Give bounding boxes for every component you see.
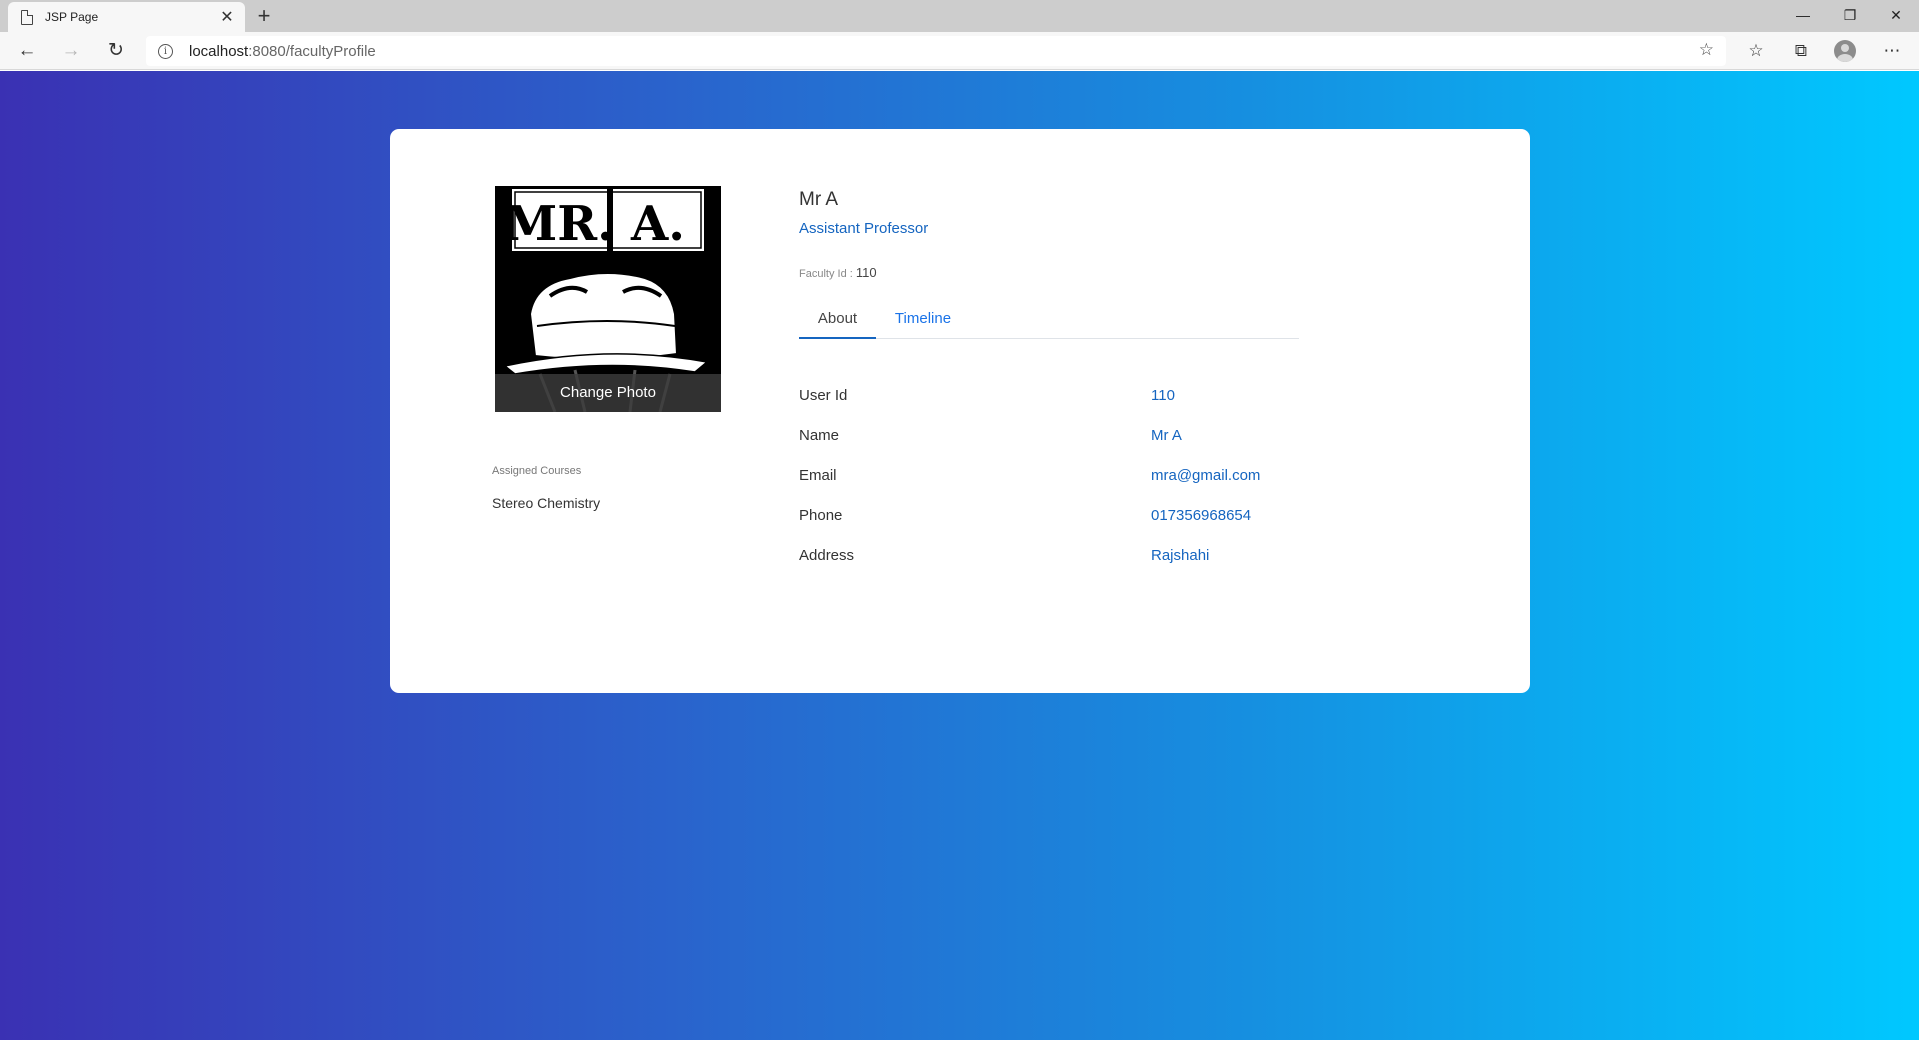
about-row-name: Name Mr A [799,427,1399,447]
page-background: MR. A. Change Photo Assigned Courses Ste… [0,71,1919,1040]
add-favorite-icon[interactable]: ☆ [1699,40,1714,60]
new-tab-button[interactable]: + [252,4,276,28]
about-key: Phone [799,507,843,524]
collections-icon[interactable]: ⧉ [1786,38,1816,64]
close-window-button[interactable]: ✕ [1873,0,1919,30]
about-key: Name [799,427,840,444]
tab-title: JSP Page [45,10,99,24]
svg-text:A.: A. [630,196,685,252]
about-row-phone: Phone 017356968654 [799,507,1399,527]
tab-close-icon[interactable]: ✕ [219,7,235,27]
about-value: 110 [1151,387,1175,404]
about-row-address: Address Rajshahi [799,547,1399,567]
about-row-user-id: User Id 110 [799,387,1399,407]
about-key: Address [799,547,855,564]
reload-icon[interactable]: ↻ [102,38,130,64]
address-bar[interactable]: i localhost:8080/facultyProfile ☆ [146,36,1726,66]
course-item: Stereo Chemistry [492,495,601,511]
tab-about[interactable]: About [799,306,876,339]
url-path: :8080/facultyProfile [248,42,376,60]
about-key: Email [799,467,837,484]
browser-tab[interactable]: JSP Page ✕ [8,2,245,32]
favorites-icon[interactable]: ☆ [1741,38,1771,64]
site-info-icon[interactable]: i [158,43,173,59]
profile-photo[interactable]: MR. A. Change Photo [495,186,721,412]
minimize-button[interactable]: — [1780,0,1826,30]
restore-button[interactable]: ❐ [1827,0,1873,30]
more-options-icon[interactable]: ⋯ [1877,38,1907,64]
about-key: User Id [799,387,848,404]
profile-card: MR. A. Change Photo Assigned Courses Ste… [390,129,1530,693]
profile-name: Mr A [799,189,839,210]
browser-toolbar: ← → ↻ i localhost:8080/facultyProfile ☆ … [0,32,1919,70]
about-value: Rajshahi [1151,547,1210,564]
about-value: mra@gmail.com [1151,467,1261,484]
browser-tab-bar: JSP Page ✕ + — ❐ ✕ [0,0,1919,32]
url-host: localhost [189,42,249,60]
profile-avatar-icon[interactable] [1834,40,1856,62]
profile-title: Assistant Professor [799,220,929,237]
about-row-email: Email mra@gmail.com [799,467,1399,487]
profile-tabs: About Timeline [799,306,1299,339]
change-photo-button[interactable]: Change Photo [495,374,721,412]
about-value: Mr A [1151,427,1182,444]
tab-timeline[interactable]: Timeline [887,306,959,339]
assigned-courses-label: Assigned Courses [492,465,582,477]
back-arrow-icon[interactable]: ← [13,38,41,64]
page-icon [21,9,33,25]
forward-arrow-icon[interactable]: → [57,38,85,64]
faculty-id-label: Faculty Id : [799,268,853,280]
faculty-id-value: 110 [855,265,877,280]
about-value: 017356968654 [1151,507,1252,524]
svg-text:MR.: MR. [504,196,614,252]
faculty-id: Faculty Id : 110 [799,265,877,280]
